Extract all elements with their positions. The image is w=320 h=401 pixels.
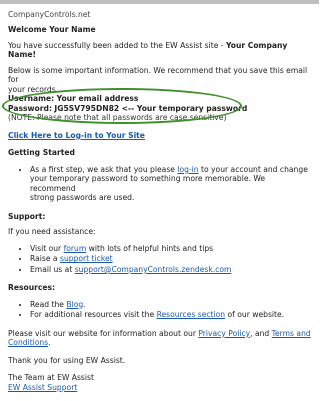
top-bar <box>0 0 319 4</box>
support-list: Visit our forum with lots of helpful hin… <box>8 244 311 274</box>
policy-line: Please visit our website for information… <box>8 329 311 348</box>
support-heading: Support: <box>8 211 46 221</box>
gs-text-3: your temporary password to something mor… <box>30 174 266 193</box>
policy-text: Please visit our website for information… <box>8 328 199 338</box>
list-item: Email us at support@CompanyControls.zend… <box>30 265 311 274</box>
list-item: As a first step, we ask that you please … <box>30 165 311 203</box>
login-link[interactable]: Click Here to Log-in to Your Site <box>8 131 145 140</box>
support-text: Email us at <box>30 264 75 274</box>
resources-text: For additional resources visit the <box>30 310 157 320</box>
info-line-1: Below is some important information. We … <box>8 65 308 85</box>
forum-link[interactable]: forum <box>64 244 87 253</box>
gs-text-1: As a first step, we ask that you please <box>30 164 178 174</box>
resources-list: Read the Blog. For additional resources … <box>8 300 311 320</box>
resources-section-link[interactable]: Resources section <box>157 310 226 319</box>
intro-text: You have successfully been added to the … <box>8 40 226 50</box>
login-inline-link[interactable]: log-in <box>177 165 198 174</box>
highlight-oval <box>2 88 242 124</box>
policy-text: , and <box>250 328 272 338</box>
terms-link-continued[interactable]: Conditions <box>8 338 48 347</box>
blog-link[interactable]: Blog <box>66 300 83 309</box>
getting-started-heading: Getting Started <box>8 148 75 158</box>
support-text: with lots of helpful hints and tips <box>86 243 214 253</box>
support-intro: If you need assistance: <box>8 227 96 237</box>
gs-text-4: strong passwords are used. <box>30 193 135 203</box>
greeting: Welcome Your Name <box>8 25 96 35</box>
resources-heading: Resources: <box>8 283 56 293</box>
policy-text: . <box>48 338 51 348</box>
resources-text: . <box>83 299 86 309</box>
support-email-link[interactable]: support@CompanyControls.zendesk.com <box>75 265 232 274</box>
getting-started-list: As a first step, we ask that you please … <box>8 165 311 203</box>
gs-text-2: to your account and change <box>198 164 308 174</box>
terms-link[interactable]: Terms and <box>272 329 311 338</box>
list-item: For additional resources visit the Resou… <box>30 310 311 319</box>
support-text: Visit our <box>30 243 64 253</box>
resources-text: Read the <box>30 299 67 309</box>
thanks-line: Thank you for using EW Assist. <box>8 355 126 365</box>
ew-assist-support-link[interactable]: EW Assist Support <box>8 383 77 392</box>
support-ticket-link[interactable]: support ticket <box>60 254 113 263</box>
intro-line: You have successfully been added to the … <box>8 41 311 60</box>
site-name: CompanyControls.net <box>8 10 91 19</box>
signoff-line: The Team at EW Assist <box>8 373 94 383</box>
list-item: Read the Blog. <box>30 300 311 309</box>
privacy-policy-link[interactable]: Privacy Policy <box>198 329 250 338</box>
list-item: Raise a support ticket <box>30 254 311 263</box>
support-text: Raise a <box>30 254 60 264</box>
email-body: CompanyControls.net Welcome Your Name Yo… <box>8 10 311 392</box>
resources-text: of our website. <box>225 310 285 320</box>
list-item: Visit our forum with lots of helpful hin… <box>30 244 311 253</box>
